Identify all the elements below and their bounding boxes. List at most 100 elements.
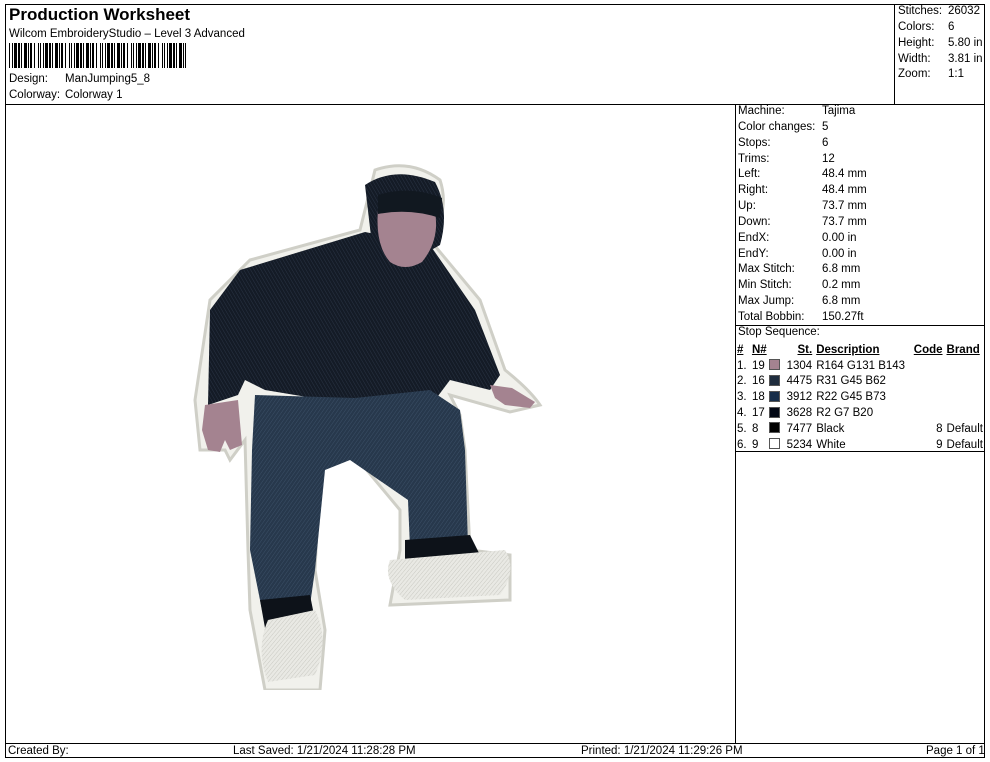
row-num: 2. — [737, 375, 747, 388]
row-needle: 17 — [751, 407, 765, 420]
page-number: Page 1 of 1 — [926, 745, 985, 757]
barcode-bar — [12, 43, 13, 68]
row-num: 4. — [737, 407, 747, 420]
row-stitches: 1304 — [786, 359, 813, 372]
barcode-bar — [38, 43, 39, 68]
color-swatch — [769, 422, 781, 434]
barcode-bar — [162, 43, 163, 68]
barcode-bar — [121, 43, 122, 68]
down-value: 73.7 mm — [822, 216, 867, 228]
row-code: 9 — [936, 438, 943, 451]
table-row: 3. 18 3912 R22 G45 B73 — [737, 389, 983, 405]
barcode-bar — [52, 43, 53, 68]
embroidery-design-preview — [193, 164, 543, 690]
total-bobbin-label: Total Bobbin: — [738, 311, 805, 323]
max-stitch-label: Max Stitch: — [738, 263, 795, 275]
table-row: 4. 17 3628 R2 G7 B20 — [737, 405, 983, 421]
endx-value: 0.00 in — [822, 232, 857, 244]
barcode-bar — [107, 43, 110, 68]
left-label: Left: — [738, 168, 761, 180]
row-num: 1. — [737, 359, 747, 372]
col-n-header: N# — [751, 343, 767, 356]
barcode-bar — [167, 43, 168, 68]
barcode-bar — [142, 43, 144, 68]
total-bobbin-value: 150.27ft — [822, 311, 864, 323]
summary-height-label: Height: — [898, 37, 935, 49]
max-jump-label: Max Jump: — [738, 295, 795, 307]
color-swatch — [769, 390, 781, 402]
barcode-bar — [76, 43, 79, 68]
barcode-bar — [105, 43, 106, 68]
row-stitches: 5234 — [786, 438, 813, 451]
page-title: Production Worksheet — [9, 5, 191, 24]
barcode-bar — [34, 43, 35, 68]
row-needle: 9 — [751, 438, 759, 451]
barcode-bar — [133, 43, 134, 68]
barcode-image — [9, 43, 186, 68]
summary-colors-value: 6 — [948, 21, 955, 33]
jacket-shape — [208, 232, 500, 405]
row-description: R2 G7 B20 — [816, 407, 874, 420]
software-name: Wilcom EmbroideryStudio – Level 3 Advanc… — [9, 28, 245, 40]
row-stitches: 3628 — [786, 407, 813, 420]
row-num: 3. — [737, 391, 747, 404]
stops-label: Stops: — [738, 137, 771, 149]
col-code-header: Code — [913, 343, 943, 356]
col-st-header: St. — [797, 343, 813, 356]
barcode-bar — [96, 43, 97, 68]
barcode-bar — [21, 43, 22, 68]
barcode-bar — [127, 43, 128, 68]
barcode-bar — [90, 43, 91, 68]
summary-stitches-label: Stitches: — [898, 5, 943, 17]
trims-value: 12 — [822, 153, 835, 165]
row-needle: 16 — [751, 375, 765, 388]
row-stitches: 3912 — [786, 391, 813, 404]
row-num: 5. — [737, 422, 747, 435]
last-saved: Last Saved: 1/21/2024 11:28:28 PM — [233, 745, 416, 757]
summary-stitches-value: 26032 — [948, 5, 980, 17]
row-stitches: 7477 — [786, 422, 813, 435]
barcode-bar — [43, 43, 44, 68]
barcode-bar — [100, 43, 101, 68]
row-description: Black — [816, 422, 845, 435]
row-brand — [943, 405, 983, 421]
barcode-bar — [176, 43, 177, 68]
barcode-bar — [164, 43, 165, 68]
barcode-bar — [136, 43, 137, 68]
barcode-bar — [9, 43, 10, 68]
row-stitches: 4475 — [786, 375, 813, 388]
left-hand-shape — [202, 400, 242, 452]
color-swatch — [769, 374, 781, 386]
barcode-bar — [80, 43, 82, 68]
col-description-header: Description — [816, 343, 880, 356]
right-label: Right: — [738, 184, 769, 196]
colorway-label: Colorway: — [9, 89, 61, 101]
barcode-bar — [59, 43, 60, 68]
summary-colors-label: Colors: — [898, 21, 935, 33]
down-label: Down: — [738, 216, 771, 228]
row-code — [911, 358, 942, 374]
col-num-header: # — [737, 343, 744, 356]
row-code — [911, 389, 942, 405]
barcode-bar — [169, 43, 172, 68]
barcode-bar — [45, 43, 48, 68]
barcode-bar — [30, 43, 32, 68]
min-stitch-label: Min Stitch: — [738, 279, 792, 291]
up-label: Up: — [738, 200, 756, 212]
row-needle: 8 — [751, 422, 759, 435]
color-changes-value: 5 — [822, 121, 829, 133]
right-value: 48.4 mm — [822, 184, 867, 196]
min-stitch-value: 0.2 mm — [822, 279, 861, 291]
barcode-bar — [65, 43, 66, 68]
barcode-bar — [14, 43, 17, 68]
stop-sequence-header-row: # N# St. Description Code Brand — [737, 342, 983, 358]
endy-label: EndY: — [738, 248, 769, 260]
barcode-bar — [185, 43, 186, 68]
color-swatch — [769, 406, 781, 418]
design-value: ManJumping5_8 — [65, 73, 151, 85]
barcode-bar — [102, 43, 103, 68]
color-swatch — [769, 438, 781, 450]
barcode-bar — [117, 43, 120, 68]
machine-value: Tajima — [822, 105, 856, 117]
left-value: 48.4 mm — [822, 168, 867, 180]
